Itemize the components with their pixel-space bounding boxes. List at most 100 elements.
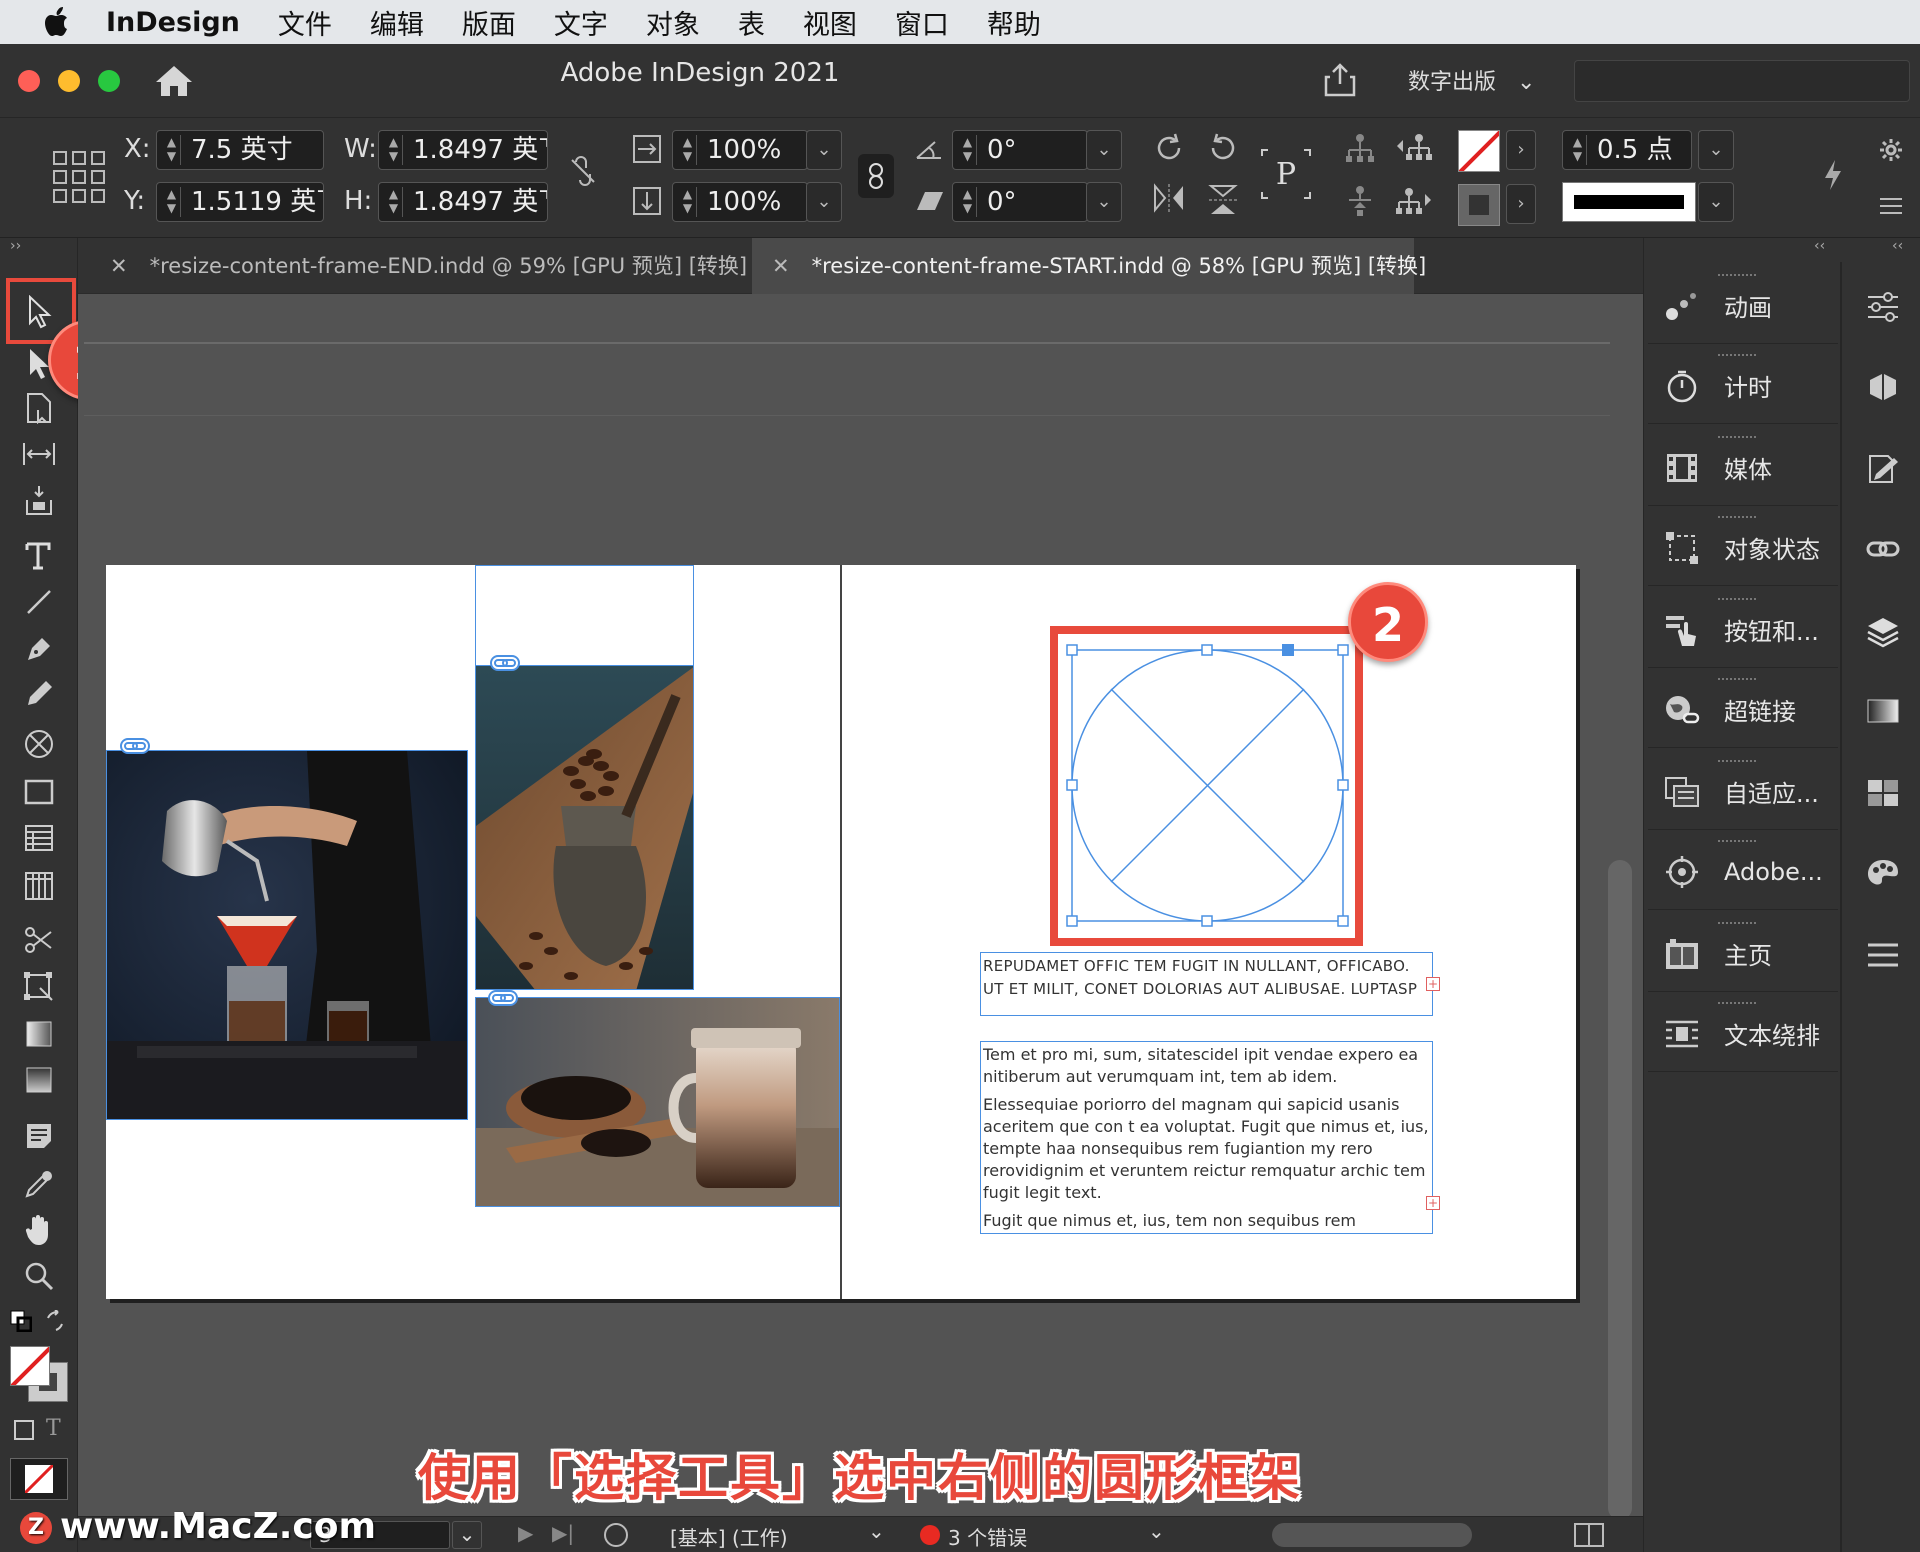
grid-frame-tool-icon[interactable] (14, 866, 64, 906)
color-palette-icon[interactable] (1862, 852, 1904, 894)
panel-item-media[interactable]: 媒体 (1648, 430, 1838, 506)
collapse-tools-icon[interactable]: ›› (10, 238, 21, 254)
hand-tool-icon[interactable] (14, 1210, 64, 1250)
select-content-icon[interactable] (1342, 184, 1378, 225)
last-page-icon[interactable]: ▶| (552, 1521, 574, 1545)
properties-sliders-icon[interactable] (1862, 286, 1904, 328)
collapse-panels-icon[interactable]: ‹‹ (1892, 238, 1903, 254)
paragraph-style-icon[interactable]: P (1258, 146, 1314, 202)
default-fill-stroke-icon[interactable] (10, 1310, 32, 1332)
toolbox-fill-swatch[interactable] (10, 1346, 50, 1386)
grip-handle[interactable] (1718, 922, 1756, 928)
pour-over-coffee-image[interactable] (106, 750, 468, 1120)
gap-tool-icon[interactable] (14, 434, 64, 474)
grip-handle[interactable] (1718, 274, 1756, 280)
split-window-icon[interactable] (1574, 1523, 1604, 1547)
gear-icon[interactable] (1876, 136, 1906, 169)
swap-fill-stroke-icon[interactable] (44, 1310, 66, 1332)
workspace-switcher[interactable]: 数字出版 ⌄ (1408, 64, 1535, 96)
page-number-dropdown[interactable]: ⌄ (452, 1521, 482, 1549)
grip-handle[interactable] (1718, 678, 1756, 684)
stepper-icon[interactable]: ▲ ▼ (959, 135, 977, 165)
table-tool-icon[interactable] (14, 818, 64, 858)
stroke-type-selector[interactable] (1562, 182, 1696, 222)
scale-x-field[interactable]: ▲ ▼ 100% (672, 130, 808, 170)
grip-handle[interactable] (1718, 516, 1756, 522)
share-icon[interactable] (1322, 62, 1358, 98)
errors-dropdown-icon[interactable]: ⌄ (1148, 1519, 1165, 1543)
link-badge-icon[interactable] (120, 738, 150, 754)
panel-item-pages[interactable]: 主页 (1648, 916, 1838, 992)
eyedropper-tool-icon[interactable] (14, 1164, 64, 1204)
stroke-swatch[interactable] (1458, 184, 1500, 226)
gradient-feather-tool-icon[interactable] (14, 1060, 64, 1100)
grip-handle[interactable] (1718, 436, 1756, 442)
gradient-panel-icon[interactable] (1862, 690, 1904, 732)
cc-libraries-icon[interactable] (1862, 366, 1904, 408)
swatches-icon[interactable] (1862, 772, 1904, 814)
panel-menu-icon[interactable] (1876, 190, 1906, 223)
select-container-icon[interactable] (1342, 130, 1378, 171)
menu-table[interactable]: 表 (738, 3, 765, 42)
error-count[interactable]: 3 个错误 (948, 1522, 1027, 1551)
stepper-icon[interactable]: ▲ ▼ (163, 135, 181, 165)
height-field[interactable]: ▲ ▼ 1.8497 英⌝ (378, 182, 548, 222)
panel-item-animation[interactable]: 动画 (1648, 268, 1838, 344)
stepper-icon[interactable]: ▲ ▼ (385, 135, 403, 165)
link-scale-icon[interactable] (858, 154, 894, 198)
panel-item-adobe-capture[interactable]: Adobe... (1648, 834, 1838, 910)
rotation-angle-dropdown[interactable]: ⌄ (1086, 130, 1122, 170)
next-page-icon[interactable]: ▶ (518, 1521, 533, 1545)
ellipse-frame-tool-icon[interactable] (14, 724, 64, 764)
menu-app-name[interactable]: InDesign (106, 7, 240, 38)
formatting-container-icon[interactable] (14, 1420, 34, 1440)
grip-handle[interactable] (1718, 760, 1756, 766)
x-position-field[interactable]: ▲ ▼ 7.5 英寸 (156, 130, 324, 170)
scale-x-dropdown[interactable]: ⌄ (806, 130, 842, 170)
rotate-clockwise-icon[interactable] (1150, 130, 1188, 173)
stroke-weight-dropdown[interactable]: ⌄ (1698, 130, 1734, 170)
grip-handle[interactable] (1718, 598, 1756, 604)
stepper-icon[interactable]: ▲ ▼ (1569, 135, 1587, 165)
quick-apply-icon[interactable] (1818, 158, 1848, 199)
panel-item-liquid-layout[interactable]: 自适应... (1648, 754, 1838, 830)
stepper-icon[interactable]: ▲ ▼ (163, 187, 181, 217)
rotate-counterclockwise-icon[interactable] (1204, 130, 1242, 173)
stroke-type-dropdown[interactable]: ⌄ (1698, 182, 1734, 222)
apple-icon[interactable] (40, 4, 76, 40)
rectangle-tool-icon[interactable] (14, 772, 64, 812)
note-tool-icon[interactable] (14, 1116, 64, 1156)
constrain-proportions-icon[interactable] (568, 156, 598, 193)
search-field[interactable] (1574, 60, 1910, 102)
menu-edit[interactable]: 编辑 (370, 3, 424, 42)
grip-handle[interactable] (1718, 354, 1756, 360)
panel-item-object-states[interactable]: 对象状态 (1648, 510, 1838, 586)
fill-swatch[interactable] (1458, 130, 1500, 172)
stroke-weight-field[interactable]: ▲ ▼ 0.5 点 (1562, 130, 1692, 170)
links-icon[interactable] (1862, 528, 1904, 570)
shear-angle-field[interactable]: ▲ ▼ 0° (952, 182, 1088, 222)
panel-item-buttons-forms[interactable]: 按钮和... (1648, 592, 1838, 668)
link-badge-icon[interactable] (488, 990, 518, 1006)
panel-menu-icon[interactable] (1862, 934, 1904, 976)
edit-document-icon[interactable] (1862, 448, 1904, 490)
grip-handle[interactable] (1718, 840, 1756, 846)
horizontal-scrollbar[interactable] (1272, 1523, 1472, 1547)
panel-item-timing[interactable]: 计时 (1648, 348, 1838, 424)
menu-help[interactable]: 帮助 (987, 3, 1041, 42)
out-port-icon[interactable]: + (1426, 1196, 1440, 1210)
select-previous-object-icon[interactable] (1394, 130, 1434, 171)
tab-start-document[interactable]: ✕ *resize-content-frame-START.indd @ 58% … (752, 238, 1426, 294)
flip-horizontal-icon[interactable] (1150, 182, 1188, 221)
content-collector-tool-icon[interactable] (14, 480, 64, 520)
preflight-profile[interactable]: [基本] (工作) (670, 1522, 788, 1551)
ellipse-graphic-frame[interactable] (1060, 638, 1360, 938)
scissors-tool-icon[interactable] (14, 920, 64, 960)
scale-y-field[interactable]: ▲ ▼ 100% (672, 182, 808, 222)
menu-file[interactable]: 文件 (278, 3, 332, 42)
menu-object[interactable]: 对象 (646, 3, 700, 42)
grip-handle[interactable] (1718, 1002, 1756, 1008)
gradient-swatch-tool-icon[interactable] (14, 1014, 64, 1054)
link-badge-icon[interactable] (490, 655, 520, 671)
flip-vertical-icon[interactable] (1204, 182, 1242, 225)
